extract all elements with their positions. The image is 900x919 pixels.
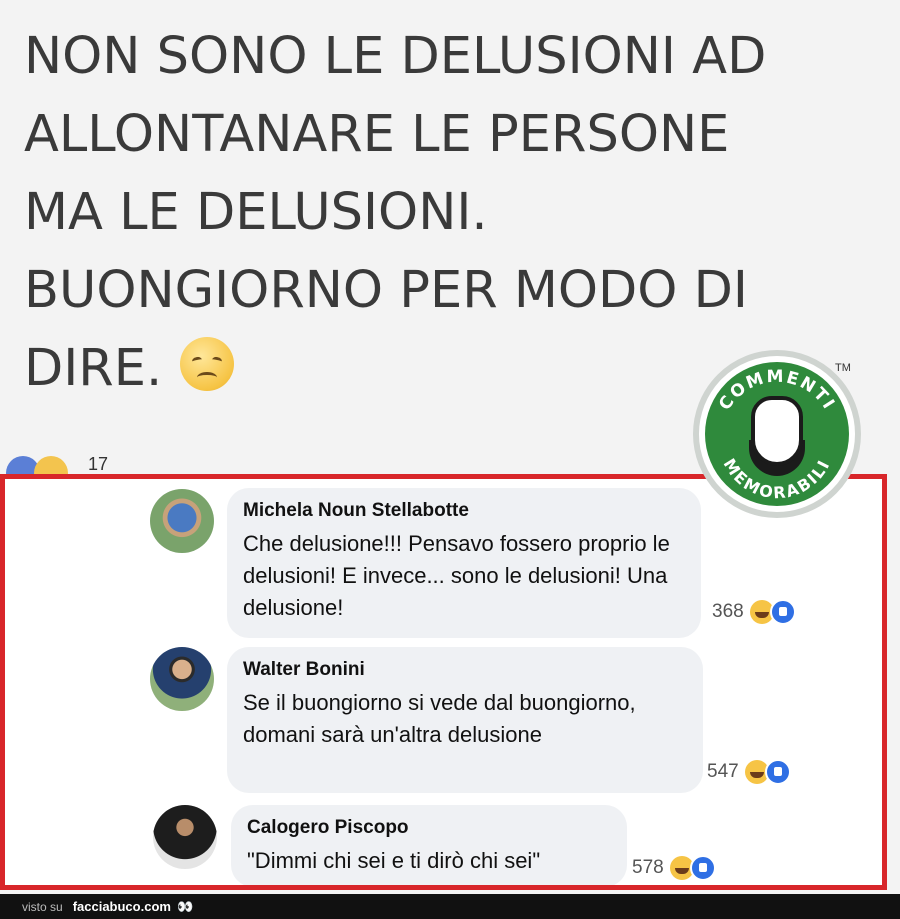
logo-top-text: COMMENTI — [715, 367, 837, 414]
comment-reactions[interactable]: 368 — [712, 599, 796, 625]
commenti-memorabili-logo: COMMENTI MEMORABILI — [693, 350, 861, 518]
comment-text: Se il buongiorno si vede dal buongiorno,… — [243, 690, 636, 747]
comment-text: "Dimmi chi sei e ti dirò chi sei" — [247, 848, 541, 873]
post-line: DIRE. — [24, 339, 163, 398]
post-line: BUONGIORNO PER MODO DI — [24, 261, 748, 320]
post-line: NON SONO LE DELUSIONI AD — [24, 27, 767, 86]
svg-text:COMMENTI: COMMENTI — [715, 367, 839, 414]
reaction-count: 547 — [707, 761, 739, 782]
avatar[interactable] — [150, 647, 214, 711]
reaction-count: 578 — [632, 857, 664, 878]
watermark-footer: visto su facciabuco.com 👀 — [0, 894, 900, 919]
like-reaction-icon — [689, 855, 716, 881]
like-reaction-icon — [764, 759, 791, 785]
reaction-count: 17 — [88, 454, 109, 474]
avatar[interactable] — [153, 805, 217, 869]
avatar[interactable] — [150, 489, 214, 553]
comment-bubble: Michela Noun Stellabotte Che delusione!!… — [227, 488, 701, 638]
comment-author[interactable]: Walter Bonini — [243, 659, 687, 681]
trademark-label: TM — [835, 362, 851, 374]
disappointed-face-icon — [180, 337, 235, 391]
svg-text:MEMORABILI: MEMORABILI — [720, 455, 834, 502]
comment-bubble: Calogero Piscopo "Dimmi chi sei e ti dir… — [231, 805, 627, 885]
comment-reactions[interactable]: 578 — [632, 855, 716, 881]
comment-text: Che delusione!!! Pensavo fossero proprio… — [243, 531, 670, 620]
post-line: ALLONTANARE LE PERSONE — [24, 105, 730, 164]
comment-reactions[interactable]: 547 — [707, 759, 791, 785]
footer-visto: visto su — [22, 899, 63, 914]
eyes-icon: 👀 — [176, 898, 194, 914]
comments-frame: Michela Noun Stellabotte Che delusione!!… — [0, 474, 887, 890]
post-reactions-summary[interactable]: 17 — [4, 452, 144, 490]
comment-author[interactable]: Calogero Piscopo — [247, 817, 611, 839]
logo-bottom-text: MEMORABILI — [720, 455, 832, 502]
like-reaction-icon — [769, 599, 796, 625]
logo-text-ring: COMMENTI MEMORABILI — [715, 367, 839, 502]
post-text: NON SONO LE DELUSIONI AD ALLONTANARE LE … — [24, 18, 854, 408]
comment-author[interactable]: Michela Noun Stellabotte — [243, 500, 685, 522]
reaction-count: 368 — [712, 601, 744, 622]
comment-bubble: Walter Bonini Se il buongiorno si vede d… — [227, 647, 703, 793]
footer-site-link[interactable]: facciabuco.com — [73, 899, 171, 914]
post-line: MA LE DELUSIONI. — [24, 183, 488, 242]
